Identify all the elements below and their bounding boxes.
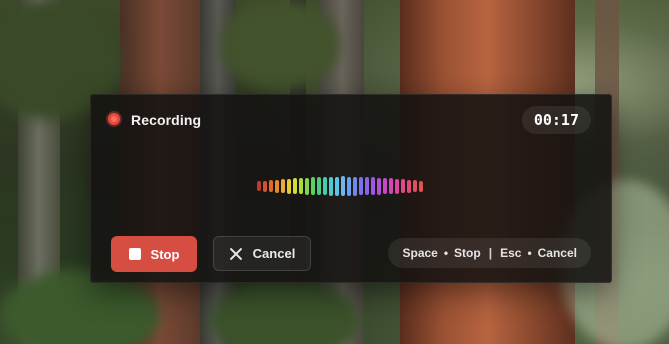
shortcut-cancel-key: Esc (500, 246, 522, 260)
waveform-bar (317, 177, 321, 195)
keyboard-shortcut-hint: Space • Stop | Esc • Cancel (388, 238, 591, 268)
recording-timer: 00:17 (521, 106, 591, 134)
stop-square-icon (128, 248, 141, 260)
shortcut-cancel-action: Cancel (537, 246, 577, 260)
waveform-bar (275, 179, 279, 193)
recording-dot-icon (108, 113, 120, 125)
recording-status-label: Recording (131, 112, 202, 128)
cancel-button[interactable]: Cancel (213, 236, 311, 271)
waveform-bar (329, 176, 333, 196)
waveform-bar (377, 177, 381, 195)
waveform-bar (263, 180, 267, 192)
waveform-bar (383, 178, 387, 194)
cancel-button-label: Cancel (252, 246, 296, 261)
waveform-bar (407, 179, 411, 193)
waveform-bar (371, 177, 375, 195)
timer-value: 00:17 (533, 111, 579, 129)
stop-button[interactable]: Stop (111, 236, 197, 272)
waveform-bar (419, 180, 423, 192)
shortcut-stop-action: Stop (454, 246, 481, 260)
waveform-bar (347, 176, 351, 196)
waveform-bar (413, 180, 417, 192)
waveform-bar (365, 177, 369, 195)
close-icon (229, 247, 243, 261)
shortcut-stop-key: Space (402, 246, 438, 260)
bullet-separator: • (527, 246, 532, 260)
bullet-separator: • (443, 246, 449, 260)
waveform-bar (299, 178, 303, 194)
stop-button-label: Stop (150, 246, 180, 262)
foliage (220, 0, 340, 90)
waveform-bar (323, 177, 327, 195)
waveform-bar (395, 178, 399, 194)
waveform-bar (335, 176, 339, 196)
waveform-bar (305, 177, 309, 195)
recording-panel: Recording 00:17 Stop Cancel Space • Stop… (90, 94, 612, 283)
waveform-bar (353, 176, 357, 196)
waveform-bar (287, 178, 291, 194)
waveform-bar (257, 181, 261, 191)
waveform-bar (311, 177, 315, 195)
waveform-bar (359, 177, 363, 195)
waveform-bar (389, 178, 393, 194)
waveform-bar (341, 176, 345, 196)
waveform-bar (293, 178, 297, 194)
waveform-bar (281, 179, 285, 193)
audio-waveform (257, 175, 447, 197)
waveform-bar (269, 180, 273, 192)
shortcut-separator: | (488, 246, 493, 260)
waveform-bar (401, 179, 405, 193)
